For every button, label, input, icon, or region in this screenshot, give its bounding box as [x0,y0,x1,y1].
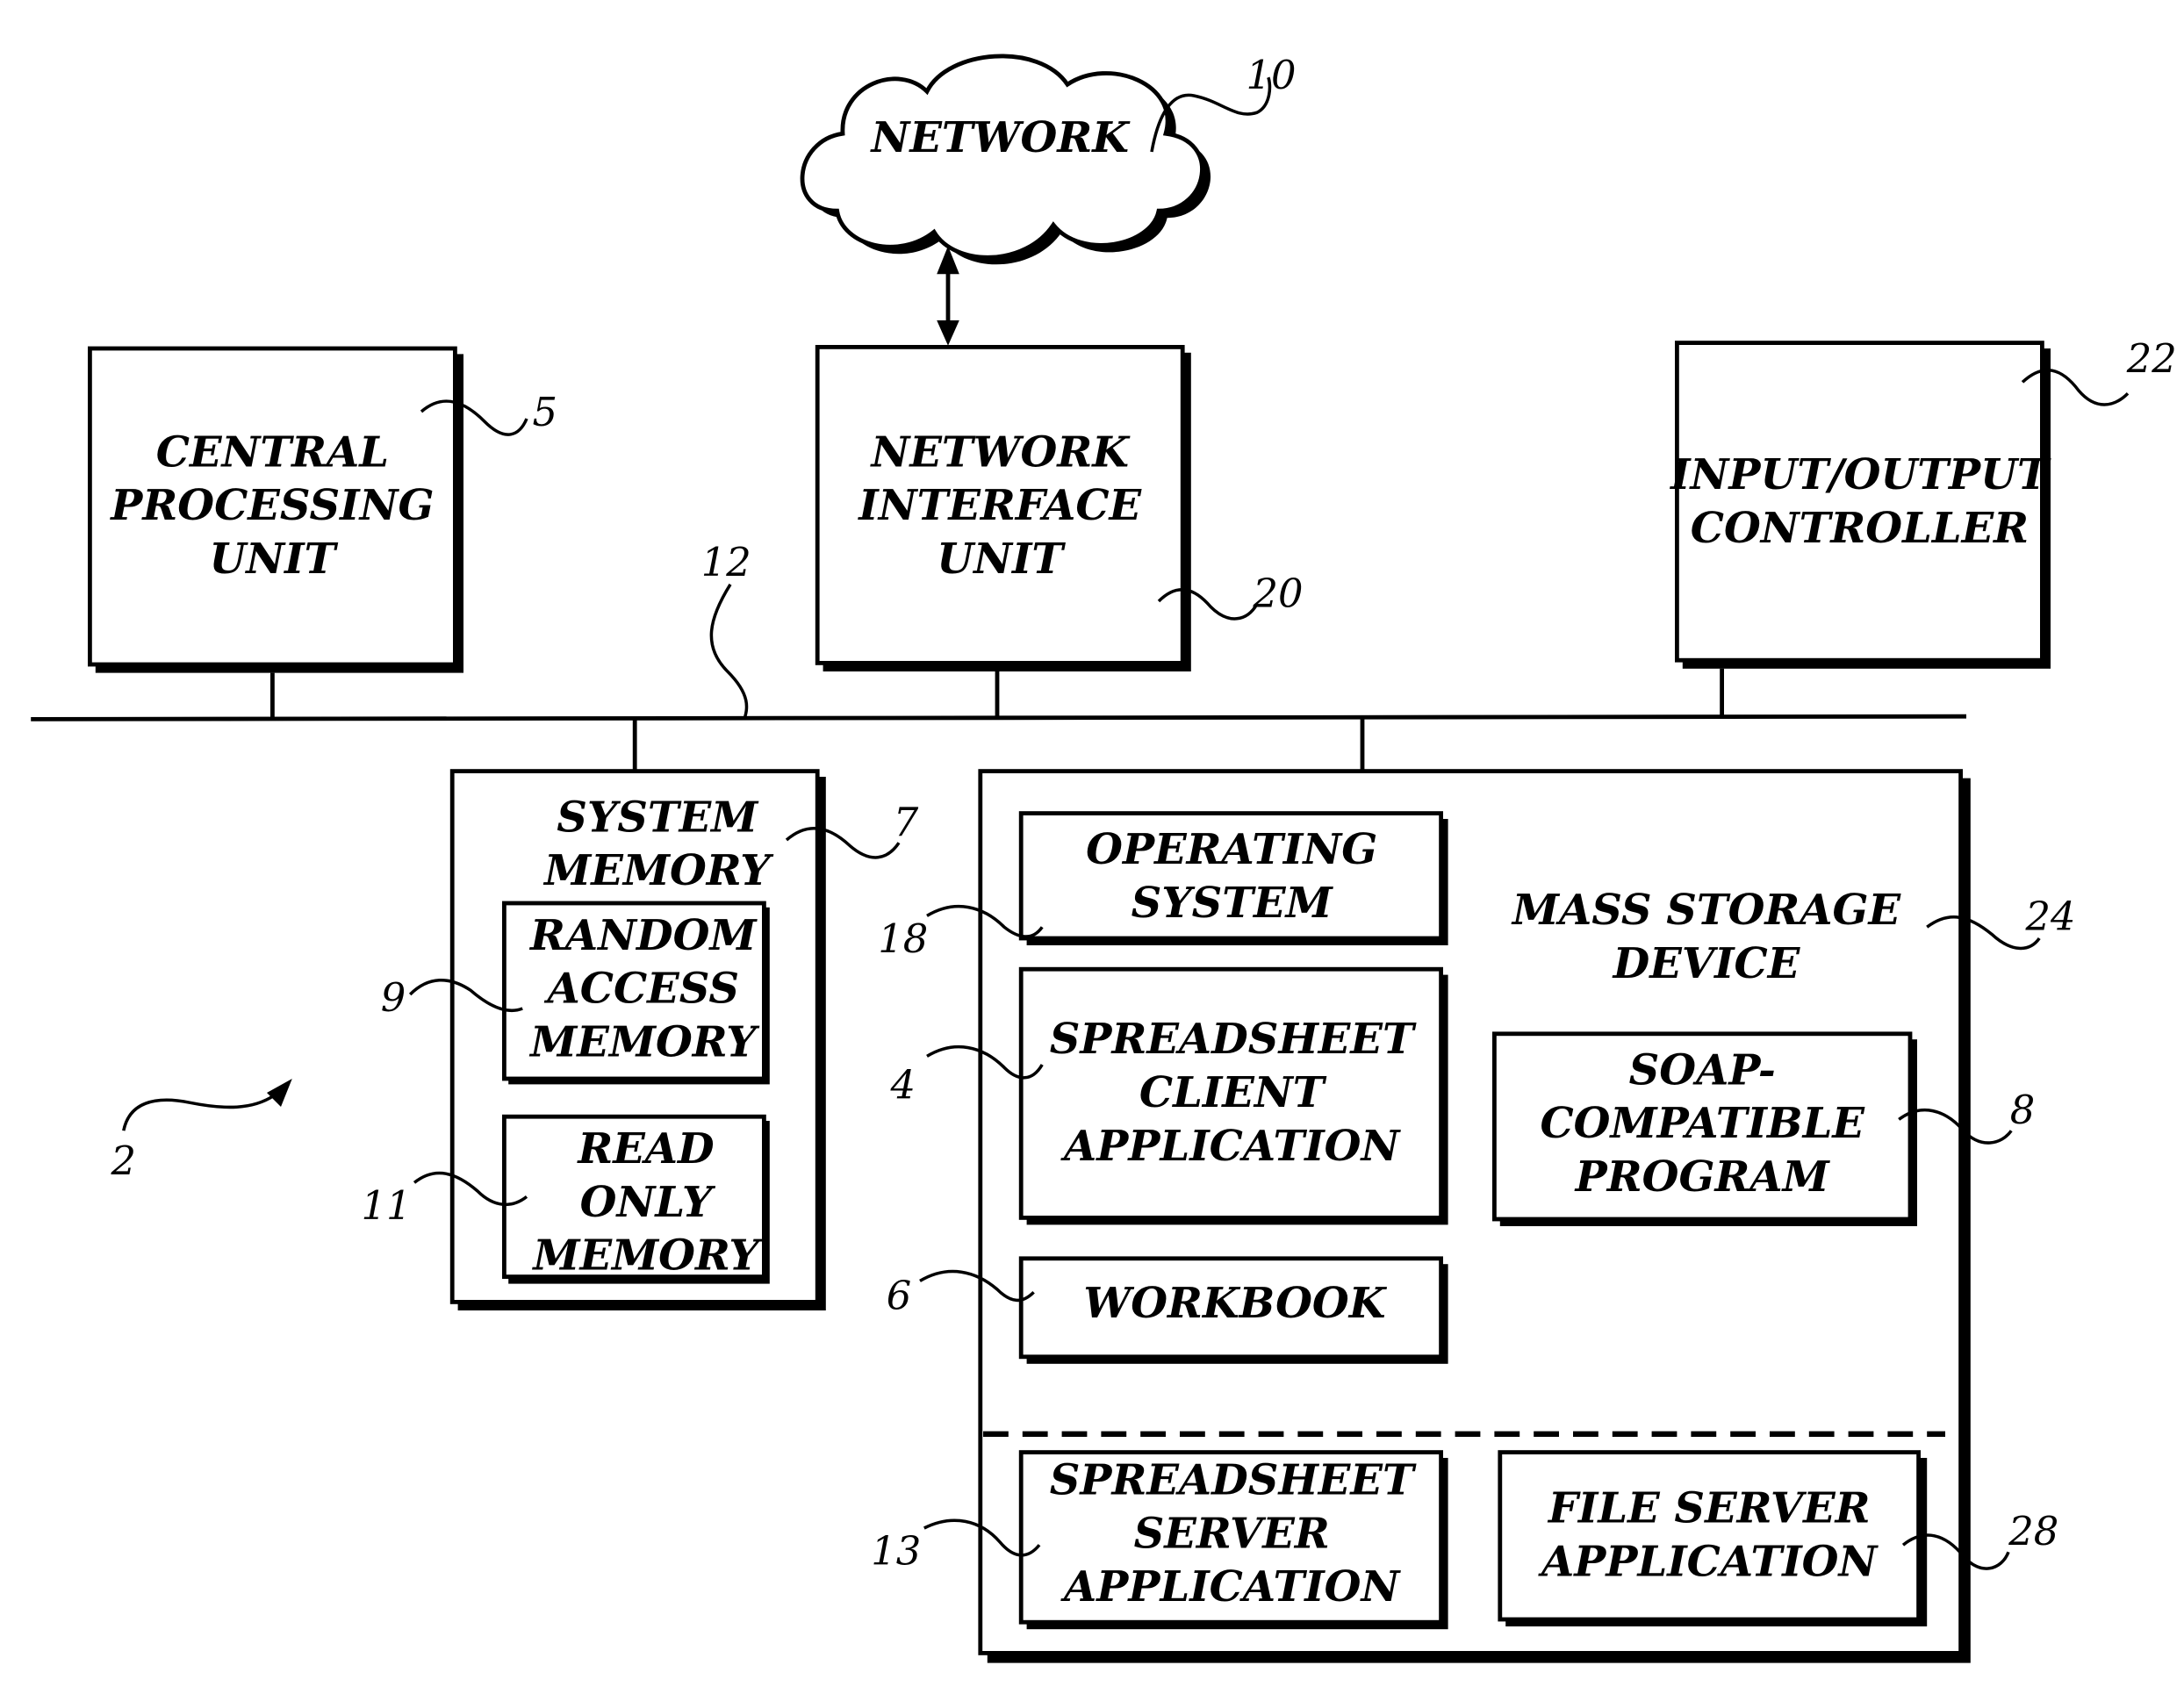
svg-text:APPLICATION: APPLICATION [1060,1562,1401,1611]
svg-text:SPREADSHEET: SPREADSHEET [1050,1015,1417,1064]
svg-text:FILE SERVER: FILE SERVER [1547,1484,1871,1533]
ram-box: RANDOM ACCESS MEMORY [502,901,770,1085]
arrowhead-icon [267,1079,292,1107]
svg-text:CENTRAL: CENTRAL [156,427,389,477]
svg-text:ONLY: ONLY [580,1178,716,1227]
ref-2: 2 [111,1138,137,1184]
system-diagram: NETWORK 10 12 CENTRAL PROCESSING UNIT 5 … [31,52,2177,1663]
svg-text:WORKBOOK: WORKBOOK [1083,1279,1387,1328]
svg-text:APPLICATION: APPLICATION [1538,1537,1879,1586]
spreadsheet-client-app-box: SPREADSHEET CLIENT APPLICATION [1018,966,1448,1225]
svg-text:SOAP-: SOAP- [1629,1045,1776,1095]
svg-text:CLIENT: CLIENT [1139,1068,1327,1117]
leader-2 [122,1094,275,1131]
file-server-app-box: FILE SERVER APPLICATION [1498,1450,1928,1626]
ref-7: 7 [894,799,919,845]
ref-6: 6 [887,1272,912,1318]
ref-22: 22 [2126,335,2177,382]
ref-10: 10 [1246,52,1296,98]
network-interface-unit-box: NETWORK INTERFACE UNIT [815,345,1191,671]
svg-text:SYSTEM: SYSTEM [557,793,759,842]
svg-text:SPREADSHEET: SPREADSHEET [1050,1456,1417,1505]
ref-24: 24 [2024,893,2075,939]
ref-28: 28 [2008,1508,2058,1554]
operating-system-box: OPERATING SYSTEM [1018,811,1448,945]
svg-text:INTERFACE: INTERFACE [857,481,1142,530]
svg-text:MEMORY: MEMORY [542,846,774,895]
svg-text:PROCESSING: PROCESSING [109,481,434,530]
svg-text:MEMORY: MEMORY [528,1017,760,1066]
ref-13: 13 [871,1528,921,1575]
svg-text:MEMORY: MEMORY [531,1231,763,1281]
ref-20: 20 [1252,570,1303,616]
ref-4: 4 [890,1061,916,1108]
ref-18: 18 [878,915,928,962]
svg-text:COMPATIBLE: COMPATIBLE [1540,1099,1865,1148]
svg-text:DEVICE: DEVICE [1612,939,1801,988]
svg-text:ACCESS: ACCESS [544,965,740,1014]
ref-8: 8 [2010,1087,2036,1133]
rom-box: READ ONLY MEMORY [502,1114,770,1284]
ref-11: 11 [361,1182,411,1229]
svg-text:MASS STORAGE: MASS STORAGE [1511,886,1902,935]
svg-text:NETWORK: NETWORK [869,427,1131,477]
bidirectional-arrow-icon [937,246,959,346]
svg-text:UNIT: UNIT [209,535,338,584]
svg-text:SERVER: SERVER [1134,1509,1330,1558]
svg-text:PROGRAM: PROGRAM [1574,1152,1831,1202]
svg-text:SYSTEM: SYSTEM [1132,879,1334,928]
svg-text:OPERATING: OPERATING [1086,825,1377,874]
io-controller-box: INPUT/OUTPUT CONTROLLER [1669,341,2051,669]
network-cloud: NETWORK [800,54,1211,265]
svg-text:RANDOM: RANDOM [528,911,758,960]
svg-text:APPLICATION: APPLICATION [1060,1122,1401,1171]
ref-5: 5 [533,389,558,435]
svg-text:INPUT/OUTPUT: INPUT/OUTPUT [1669,450,2051,499]
ref-9: 9 [381,974,406,1021]
network-label: NETWORK [869,113,1131,162]
svg-text:READ: READ [576,1124,715,1174]
cpu-box: CENTRAL PROCESSING UNIT [88,346,464,673]
spreadsheet-server-app-box: SPREADSHEET SERVER APPLICATION [1018,1450,1448,1630]
ref-12: 12 [701,539,751,585]
workbook-box: WORKBOOK [1018,1256,1448,1364]
soap-program-box: SOAP- COMPATIBLE PROGRAM [1492,1031,1917,1226]
leader-12 [709,583,749,720]
svg-text:CONTROLLER: CONTROLLER [1691,504,2029,553]
svg-text:UNIT: UNIT [937,535,1066,584]
